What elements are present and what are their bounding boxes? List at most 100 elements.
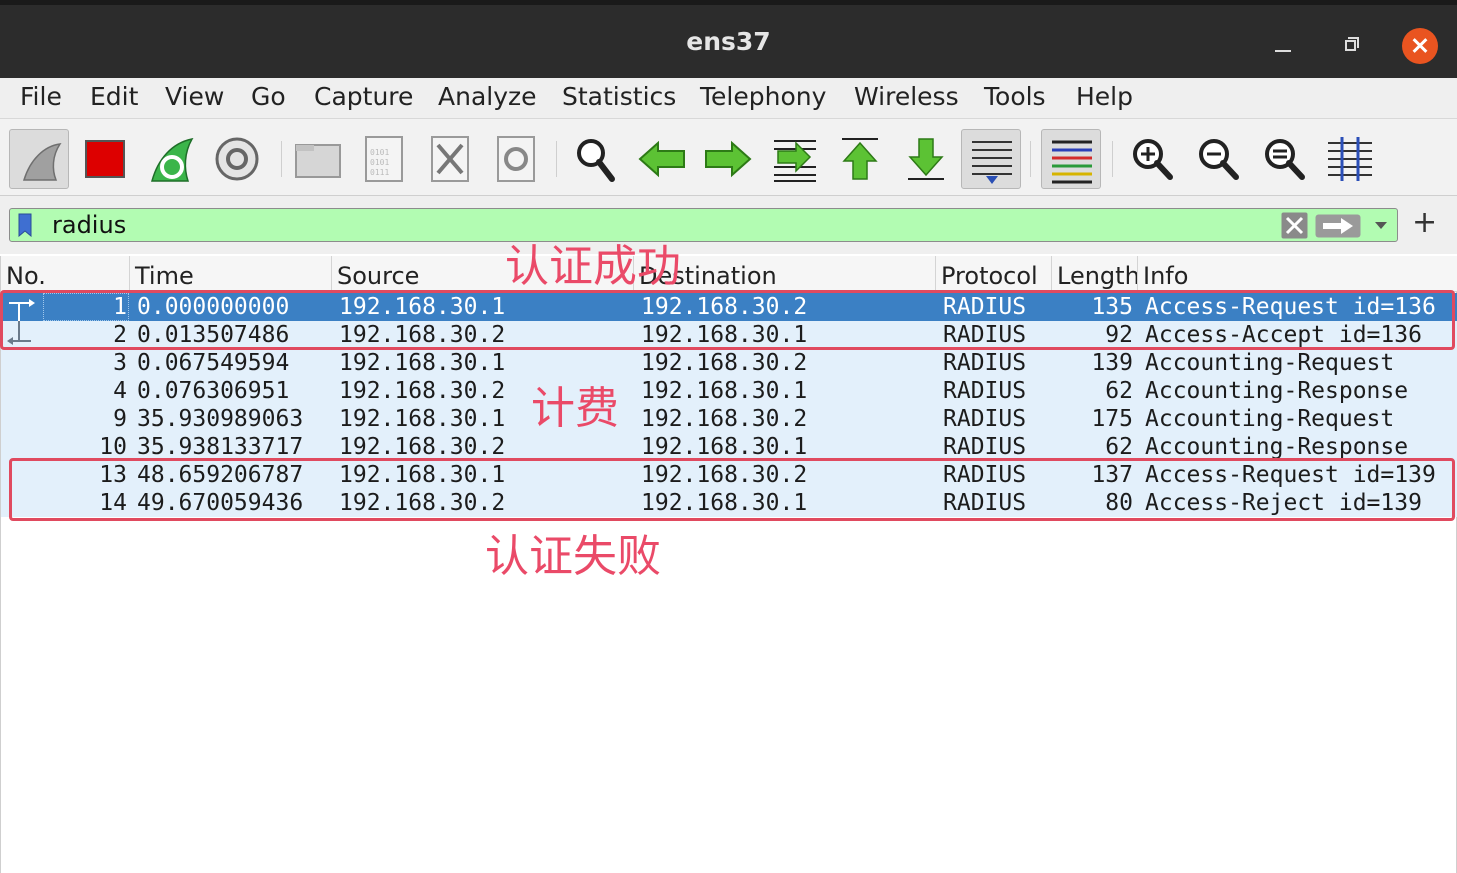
menu-capture[interactable]: Capture [314,82,413,111]
cell-time: 0.000000000 [137,294,290,320]
table-row[interactable]: 2 0.013507486 192.168.30.2 192.168.30.1 … [1,321,1457,349]
cell-length: 62 [1105,378,1133,404]
cell-source: 192.168.30.2 [339,490,506,516]
menu-telephony[interactable]: Telephony [700,82,826,111]
capture-options-icon[interactable] [207,129,267,189]
cell-source: 192.168.30.1 [339,462,506,488]
zoom-out-icon[interactable] [1188,129,1248,189]
column-time[interactable]: Time [130,256,332,292]
colorize-icon[interactable] [1041,129,1101,189]
cell-length: 137 [1091,462,1133,488]
cell-source: 192.168.30.1 [339,294,506,320]
menu-wireless[interactable]: Wireless [854,82,959,111]
annotation-success: 认证成功 [505,241,681,292]
title-bar: ens37 [0,0,1457,78]
go-back-icon[interactable] [632,129,692,189]
cell-time: 0.076306951 [137,378,290,404]
cell-info: Access-Reject id=139 [1145,490,1422,516]
column-info[interactable]: Info [1138,256,1457,292]
maximize-icon[interactable] [1334,27,1368,61]
cell-no: 1 [113,294,127,320]
find-packet-icon[interactable] [566,129,626,189]
response-mark-icon [5,321,39,349]
close-file-icon[interactable] [420,129,480,189]
menu-edit[interactable]: Edit [90,82,138,111]
cell-no: 2 [113,322,127,348]
table-row[interactable]: 1 0.000000000 192.168.30.1 192.168.30.2 … [1,293,1457,321]
cell-protocol: RADIUS [943,294,1027,320]
cell-time: 0.067549594 [137,350,290,376]
save-file-icon[interactable]: 0101 0101 0111 [354,129,414,189]
open-file-icon[interactable] [288,129,348,189]
cell-length: 92 [1105,322,1133,348]
menu-go[interactable]: Go [251,82,286,111]
cell-length: 80 [1105,490,1133,516]
cell-info: Access-Request id=136 [1145,294,1436,320]
close-icon[interactable] [1402,28,1438,64]
cell-info: Accounting-Response [1145,434,1409,460]
bookmark-icon[interactable] [18,213,32,238]
cell-length: 135 [1091,294,1133,320]
cell-destination: 192.168.30.1 [641,378,808,404]
minimize-icon[interactable] [1266,27,1300,61]
cell-no: 13 [99,462,127,488]
table-row[interactable]: 4 0.076306951 192.168.30.2 192.168.30.1 … [1,377,1457,405]
menu-analyze[interactable]: Analyze [438,82,537,111]
cell-protocol: RADIUS [943,434,1027,460]
zoom-in-icon[interactable] [1122,129,1182,189]
cell-time: 35.938133717 [137,434,304,460]
cell-no: 10 [99,434,127,460]
cell-source: 192.168.30.2 [339,322,506,348]
cell-protocol: RADIUS [943,350,1027,376]
svg-text:0101: 0101 [370,158,389,167]
cell-time: 35.930989063 [137,406,304,432]
column-protocol[interactable]: Protocol [936,256,1052,292]
cell-destination: 192.168.30.1 [641,490,808,516]
add-filter-button[interactable]: + [1412,208,1437,238]
menu-tools[interactable]: Tools [984,82,1046,111]
first-packet-icon[interactable] [830,129,890,189]
table-row[interactable]: 3 0.067549594 192.168.30.1 192.168.30.2 … [1,349,1457,377]
table-row[interactable]: 9 35.930989063 192.168.30.1 192.168.30.2… [1,405,1457,433]
cell-time: 48.659206787 [137,462,304,488]
display-filter-field[interactable] [9,208,1398,242]
cell-protocol: RADIUS [943,378,1027,404]
cell-protocol: RADIUS [943,322,1027,348]
autoscroll-icon[interactable] [961,129,1021,189]
cell-source: 192.168.30.2 [339,434,506,460]
shark-fin-start-icon[interactable] [9,129,69,189]
menu-help[interactable]: Help [1076,82,1133,111]
resize-columns-icon[interactable] [1320,129,1380,189]
packet-list: No. Time Source Destination Protocol Len… [0,256,1457,873]
restart-capture-icon[interactable] [142,129,202,189]
cell-destination: 192.168.30.1 [641,322,808,348]
packet-list-header: No. Time Source Destination Protocol Len… [1,256,1457,292]
column-length[interactable]: Length [1052,256,1138,292]
column-no[interactable]: No. [1,256,130,292]
main-toolbar: 0101 0101 0111 [0,118,1457,196]
go-forward-icon[interactable] [698,129,758,189]
stop-capture-icon[interactable] [76,129,136,189]
cell-info: Accounting-Request [1145,406,1395,432]
cell-time: 49.670059436 [137,490,304,516]
annotation-accounting: 计费 [531,383,619,434]
reload-file-icon[interactable] [486,129,546,189]
clear-filter-icon[interactable] [1281,212,1308,239]
svg-text:0101: 0101 [370,148,389,157]
apply-filter-icon[interactable] [1315,214,1361,238]
chevron-down-icon[interactable] [1371,215,1391,235]
last-packet-icon[interactable] [896,129,956,189]
go-to-packet-icon[interactable] [764,129,824,189]
table-row[interactable]: 13 48.659206787 192.168.30.1 192.168.30.… [1,461,1457,489]
table-row[interactable]: 14 49.670059436 192.168.30.2 192.168.30.… [1,489,1457,517]
menu-view[interactable]: View [165,82,224,111]
menu-file[interactable]: File [20,82,62,111]
cell-length: 62 [1105,434,1133,460]
menu-statistics[interactable]: Statistics [562,82,676,111]
cell-destination: 192.168.30.2 [641,350,808,376]
table-row[interactable]: 10 35.938133717 192.168.30.2 192.168.30.… [1,433,1457,461]
cell-protocol: RADIUS [943,490,1027,516]
cell-length: 175 [1091,406,1133,432]
normal-size-icon[interactable] [1254,129,1314,189]
cell-protocol: RADIUS [943,462,1027,488]
